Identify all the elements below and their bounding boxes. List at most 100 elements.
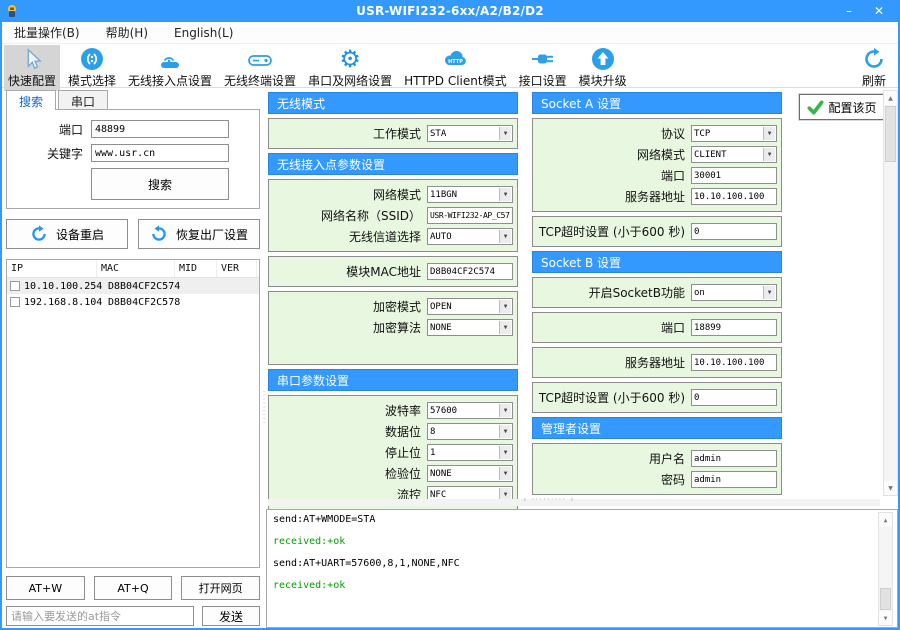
log-scrollbar[interactable] — [878, 512, 893, 626]
keyword-input[interactable]: www.usr.cn — [91, 144, 229, 162]
toolbar-label: 无线终端设置 — [224, 72, 296, 89]
horizontal-splitter[interactable] — [268, 499, 880, 506]
toolbar-httpd-client-mode[interactable]: HTTP HTTPD Client模式 — [400, 45, 511, 91]
tab-search[interactable]: 搜索 — [6, 90, 56, 110]
atw-button[interactable]: AT+W — [6, 576, 85, 600]
port-input[interactable]: 48899 — [91, 120, 229, 138]
toolbar-serial-network-settings[interactable]: ⚙ 串口及网络设置 — [304, 45, 396, 91]
configure-page-label: 配置该页 — [828, 99, 876, 116]
row-checkbox[interactable] — [10, 281, 20, 291]
toolbar-label: 模块升级 — [579, 72, 627, 89]
open-webpage-button[interactable]: 打开网页 — [181, 576, 260, 600]
chevron-down-icon — [499, 467, 511, 480]
left-panel: 搜索 串口 端口 48899 关键字 www.usr.cn 搜索 设备重启 恢复… — [6, 90, 260, 626]
toolbar-quick-config[interactable]: 快速配置 — [4, 45, 60, 91]
restart-icon — [30, 225, 48, 243]
at-command-input[interactable] — [6, 606, 194, 626]
keyword-label: 关键字 — [11, 145, 83, 162]
table-row[interactable]: 10.10.100.254 D8B04CF2C574 — [7, 278, 259, 294]
socketa-netmode-select[interactable]: CLIENT — [691, 146, 777, 163]
mac-group: 模块MAC地址 D8B04CF2C574 — [268, 256, 518, 287]
ap-params-group: 网络模式 11BGN 网络名称（SSID） USR-WIFI232-AP_C57… — [268, 179, 518, 252]
factory-reset-icon — [150, 225, 168, 243]
protocol-select[interactable]: TCP — [691, 125, 777, 142]
toolbar-wifi-ap-settings[interactable]: 无线接入点设置 — [124, 45, 216, 91]
scrollbar-thumb[interactable] — [885, 106, 896, 162]
password-input[interactable]: admin — [691, 471, 777, 488]
scrollbar-thumb[interactable] — [880, 588, 891, 610]
serial-params-group: 波特率 57600 数据位 8 停止位 1 检验位 NONE 流控 NFC — [268, 395, 518, 510]
menu-english[interactable]: English(L) — [172, 24, 235, 42]
admin-group: 用户名 admin 密码 admin — [532, 443, 782, 495]
encryption-group: 加密模式 OPEN 加密算法 NONE — [268, 291, 518, 365]
tab-serial[interactable]: 串口 — [58, 90, 108, 110]
socketa-timeout-input[interactable]: 0 — [691, 223, 777, 240]
toolbar-mode-select[interactable]: 模式选择 — [64, 45, 120, 91]
network-mode-label: 网络模式 — [373, 186, 421, 203]
toolbar-refresh[interactable]: 刷新 — [858, 45, 890, 91]
scroll-up-icon[interactable] — [879, 513, 892, 527]
config-scrollbar[interactable] — [883, 90, 898, 496]
menu-help[interactable]: 帮助(H) — [104, 22, 150, 43]
toolbar-module-upgrade[interactable]: 模块升级 — [575, 45, 631, 91]
device-list[interactable]: IP MAC MID VER 10.10.100.254 D8B04CF2C57… — [6, 259, 260, 568]
network-mode-select[interactable]: 11BGN — [427, 186, 513, 203]
ssid-input[interactable]: USR-WIFI232-AP_C574 — [427, 207, 513, 224]
toolbar-label: 串口及网络设置 — [308, 72, 392, 89]
work-mode-select[interactable]: STA — [427, 125, 513, 142]
column-mid[interactable]: MID — [175, 260, 217, 277]
socketa-server-input[interactable]: 10.10.100.100 — [691, 188, 777, 205]
factory-reset-button[interactable]: 恢复出厂设置 — [138, 219, 260, 249]
device-list-header: IP MAC MID VER — [7, 260, 259, 278]
mac-input[interactable]: D8B04CF2C574 — [427, 263, 513, 280]
configure-page-button[interactable]: 配置该页 — [799, 94, 885, 120]
socketb-port-input[interactable]: 18899 — [691, 319, 777, 336]
parity-select[interactable]: NONE — [427, 465, 513, 482]
encryption-algo-select[interactable]: NONE — [427, 319, 513, 336]
toolbar-interface-settings[interactable]: 接口设置 — [515, 45, 571, 91]
chevron-down-icon — [763, 148, 775, 161]
chevron-down-icon — [499, 188, 511, 201]
socketb-enable-select[interactable]: on — [691, 284, 777, 301]
socketb-server-input[interactable]: 10.10.100.100 — [691, 354, 777, 371]
row-checkbox[interactable] — [10, 297, 20, 307]
titlebar: USR-WIFI232-6xx/A2/B2/D2 – ✕ — [0, 0, 900, 22]
column-ip[interactable]: IP — [7, 260, 97, 277]
close-button[interactable]: ✕ — [866, 2, 892, 20]
scroll-down-icon[interactable] — [884, 481, 897, 495]
mode-icon — [80, 46, 104, 72]
column-mac[interactable]: MAC — [97, 260, 175, 277]
socket-b-enable-group: 开启SocketB功能 on — [532, 277, 782, 308]
row-mac: D8B04CF2C574 — [108, 281, 188, 292]
scroll-down-icon[interactable] — [879, 611, 892, 625]
menu-batch-ops[interactable]: 批量操作(B) — [12, 22, 82, 43]
check-icon — [807, 100, 824, 115]
search-button[interactable]: 搜索 — [91, 168, 229, 200]
socket-b-timeout-group: TCP超时设置 (小于600 秒) 0 — [532, 382, 782, 413]
device-restart-button[interactable]: 设备重启 — [6, 219, 128, 249]
stopbits-select[interactable]: 1 — [427, 444, 513, 461]
section-header-socket-a: Socket A 设置 — [532, 92, 782, 114]
log-line: send:AT+UART=57600,8,1,NONE,NFC — [273, 558, 891, 569]
username-input[interactable]: admin — [691, 450, 777, 467]
scroll-up-icon[interactable] — [884, 91, 897, 105]
send-button[interactable]: 发送 — [202, 606, 260, 626]
app-window: USR-WIFI232-6xx/A2/B2/D2 – ✕ 批量操作(B) 帮助(… — [0, 0, 900, 630]
chevron-down-icon — [499, 127, 511, 140]
databits-select[interactable]: 8 — [427, 423, 513, 440]
baud-select[interactable]: 57600 — [427, 402, 513, 419]
atq-button[interactable]: AT+Q — [94, 576, 173, 600]
toolbar-wifi-terminal-settings[interactable]: 无线终端设置 — [220, 45, 300, 91]
table-row[interactable]: 192.168.8.104 D8B04CF2C578 — [7, 294, 259, 310]
channel-select[interactable]: AUTO — [427, 228, 513, 245]
column-ver[interactable]: VER — [217, 260, 257, 277]
left-tabs: 搜索 串口 — [6, 90, 260, 110]
minimize-button[interactable]: – — [836, 2, 862, 20]
row-mac: D8B04CF2C578 — [108, 297, 188, 308]
chevron-down-icon — [499, 300, 511, 313]
socketb-timeout-input[interactable]: 0 — [691, 389, 777, 406]
upgrade-icon — [591, 46, 615, 72]
log-area[interactable]: send:AT+WMODE=STA received:+ok send:AT+U… — [266, 509, 898, 628]
socketa-port-input[interactable]: 30001 — [691, 167, 777, 184]
encryption-mode-select[interactable]: OPEN — [427, 298, 513, 315]
